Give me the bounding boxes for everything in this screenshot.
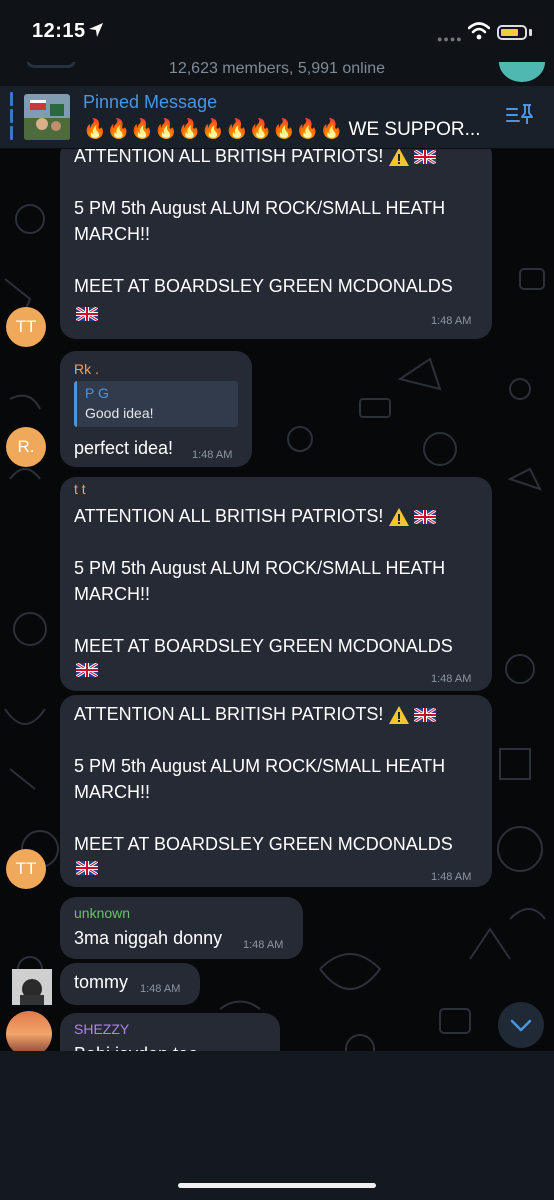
status-time: 12:15 <box>32 20 86 42</box>
message-text: Babi jaydon too <box>74 1041 198 1051</box>
union-flag-icon <box>76 307 98 321</box>
message-line: ATTENTION ALL BRITISH PATRIOTS! <box>74 701 437 727</box>
message-line: MARCH!! <box>74 224 150 244</box>
sender-name: Rk . <box>74 361 99 377</box>
scroll-down-button[interactable] <box>498 1002 544 1048</box>
pinned-message-bar[interactable]: Pinned Message 🔥🔥🔥🔥🔥🔥🔥🔥🔥🔥🔥 WE SUPPOR... <box>0 86 554 149</box>
message-text: tommy <box>74 972 128 992</box>
group-avatar[interactable] <box>499 62 545 82</box>
message-line: ATTENTION ALL BRITISH PATRIOTS! <box>74 503 437 529</box>
home-indicator[interactable] <box>178 1183 376 1188</box>
message-line: 5 PM 5th August ALUM ROCK/SMALL HEATH <box>74 198 446 218</box>
union-flag-icon <box>414 150 437 165</box>
chat-header: 12,623 members, 5,991 online <box>0 62 554 86</box>
pinned-title: Pinned Message <box>83 92 218 112</box>
sender-name: SHEZZY <box>74 1021 130 1037</box>
battery-icon <box>497 25 527 40</box>
wifi-icon <box>468 22 490 40</box>
pinned-text: 🔥🔥🔥🔥🔥🔥🔥🔥🔥🔥🔥 WE SUPPOR... <box>83 119 481 140</box>
message-time: 1:48 AM <box>431 871 472 883</box>
message-bubble[interactable]: t t ATTENTION ALL BRITISH PATRIOTS! 5 PM… <box>60 477 492 691</box>
message-bubble[interactable]: tommy 1:48 AM <box>60 963 200 1005</box>
message-bubble[interactable]: ATTENTION ALL BRITISH PATRIOTS! 5 PM 5th… <box>60 149 492 339</box>
pin-list-icon[interactable] <box>505 101 535 127</box>
signal-dots-icon: ●●●● <box>437 34 463 44</box>
chat-area[interactable]: ATTENTION ALL BRITISH PATRIOTS! 5 PM 5th… <box>0 149 554 1051</box>
message-line: 5 PM 5th August ALUM ROCK/SMALL HEATH <box>74 558 446 578</box>
message-time: 1:48 AM <box>192 449 233 461</box>
message-line: MARCH!! <box>74 584 150 604</box>
union-flag-icon <box>76 663 98 677</box>
avatar[interactable]: R. <box>6 427 46 467</box>
avatar[interactable]: TT <box>6 307 46 347</box>
battery-nub <box>529 29 532 36</box>
reply-text: Good idea! <box>85 405 154 421</box>
message-line: 5 PM 5th August ALUM ROCK/SMALL HEATH <box>74 756 446 776</box>
sender-name: unknown <box>74 905 131 921</box>
member-count: 12,623 members, 5,991 online <box>168 62 386 77</box>
chevron-down-icon <box>510 1019 532 1032</box>
warning-icon <box>389 149 410 167</box>
sender-name: t t <box>74 481 86 497</box>
message-line: MEET AT BOARDSLEY GREEN MCDONALDS <box>74 636 453 656</box>
message-bubble[interactable]: Rk . P G Good idea! perfect idea! 1:48 A… <box>60 351 252 467</box>
status-bar: 12:15 ●●●● <box>0 0 554 62</box>
message-time: 1:48 AM <box>431 673 472 685</box>
message-time: 1:48 AM <box>431 315 472 327</box>
message-line: MEET AT BOARDSLEY GREEN MCDONALDS <box>74 834 453 854</box>
union-flag-icon <box>76 861 98 875</box>
pin-indicator <box>10 92 13 143</box>
avatar[interactable] <box>6 1011 52 1051</box>
pinned-thumbnail <box>24 94 70 140</box>
message-line: MEET AT BOARDSLEY GREEN MCDONALDS <box>74 276 453 296</box>
union-flag-icon <box>414 708 437 723</box>
warning-icon <box>389 508 410 527</box>
message-time: 1:48 AM <box>243 939 284 951</box>
message-bubble[interactable]: SHEZZY Babi jaydon too <box>60 1013 280 1051</box>
message-text: 3ma niggah donny <box>74 928 223 948</box>
message-bubble[interactable]: unknown 3ma niggah donny 1:48 AM <box>60 897 303 959</box>
reply-author: P G <box>85 385 109 401</box>
location-arrow-icon <box>89 23 103 37</box>
message-line: MARCH!! <box>74 782 150 802</box>
bottom-area <box>0 1051 554 1200</box>
union-flag-icon <box>414 510 437 525</box>
message-line: ATTENTION ALL BRITISH PATRIOTS! <box>74 149 437 169</box>
avatar[interactable]: TT <box>6 849 46 889</box>
reply-quote[interactable]: P G Good idea! <box>74 381 238 427</box>
message-text: perfect idea! <box>74 438 174 458</box>
avatar[interactable] <box>12 969 52 1005</box>
message-time: 1:48 AM <box>140 983 181 995</box>
message-bubble[interactable]: ATTENTION ALL BRITISH PATRIOTS! 5 PM 5th… <box>60 695 492 887</box>
warning-icon <box>389 706 410 725</box>
